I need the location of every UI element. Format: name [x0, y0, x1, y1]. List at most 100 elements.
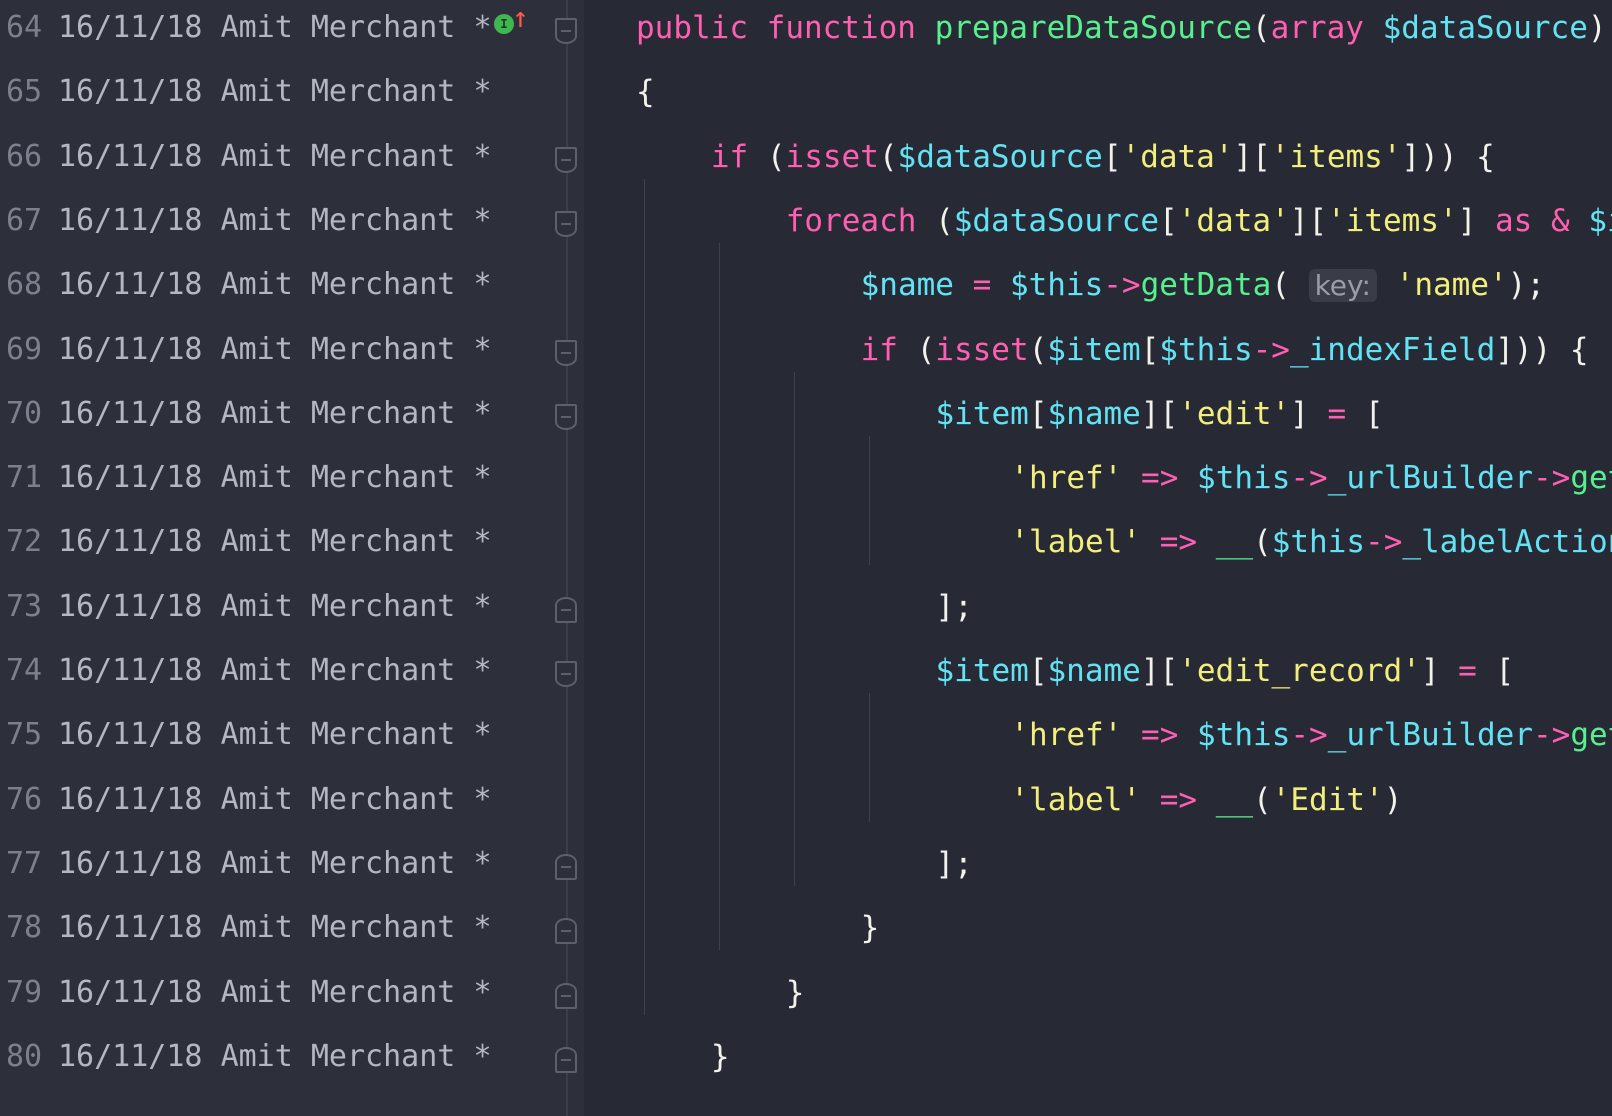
- blame-annotation[interactable]: 16/11/18 Amit Merchant *: [58, 973, 492, 1013]
- code-token: =>: [1141, 460, 1198, 497]
- code-token: ];: [935, 588, 973, 625]
- code-token: }: [785, 974, 805, 1011]
- code-line[interactable]: 'label' => __('Edit'): [1010, 780, 1402, 820]
- code-token: 'href': [1010, 717, 1142, 754]
- code-token: 'data': [1177, 202, 1290, 239]
- code-token: $item: [935, 395, 1029, 432]
- blame-modified-mark: *: [473, 717, 492, 753]
- blame-author: Amit Merchant: [220, 717, 456, 753]
- code-token: isset: [785, 138, 879, 175]
- code-token: ->: [1533, 717, 1571, 754]
- code-token: ): [1587, 10, 1607, 46]
- blame-annotation[interactable]: 16/11/18 Amit Merchant *: [58, 908, 492, 948]
- line-number: 80: [6, 1038, 43, 1074]
- blame-annotation[interactable]: 16/11/18 Amit Merchant *: [58, 1037, 492, 1077]
- blame-date: 16/11/18: [58, 460, 203, 496]
- blame-author: Amit Merchant: [220, 910, 456, 946]
- line-number: 71: [6, 460, 43, 496]
- code-token: );: [1507, 267, 1545, 304]
- blame-annotation[interactable]: 16/11/18 Amit Merchant *: [58, 651, 492, 691]
- indent-guide: [868, 693, 870, 822]
- blame-date: 16/11/18: [58, 781, 203, 817]
- fold-open-icon[interactable]: [555, 661, 577, 687]
- blame-annotation[interactable]: 16/11/18 Amit Merchant *: [58, 587, 492, 627]
- blame-annotation[interactable]: 16/11/18 Amit Merchant *: [58, 715, 492, 755]
- code-line[interactable]: if (isset($item[$this->_indexField])) {: [861, 330, 1589, 370]
- code-line[interactable]: foreach ($dataSource['data']['items'] as…: [786, 201, 1612, 241]
- fold-open-icon[interactable]: [555, 403, 577, 430]
- code-line[interactable]: $item[$name]['edit_record'] = [: [936, 651, 1515, 691]
- code-line[interactable]: $item[$name]['edit'] = [: [936, 394, 1384, 434]
- code-line[interactable]: 'label' => __($this->_labelAction: [1010, 522, 1612, 562]
- line-number: 74: [6, 653, 43, 688]
- blame-modified-mark: *: [473, 781, 492, 817]
- blame-modified-mark: *: [473, 653, 492, 688]
- blame-author: Amit Merchant: [220, 460, 456, 496]
- blame-date: 16/11/18: [58, 588, 203, 624]
- blame-author: Amit Merchant: [220, 588, 456, 624]
- editor-row: 79 16/11/18 Amit Merchant *}: [0, 965, 1612, 1031]
- code-token: ): [1383, 781, 1403, 818]
- blame-author: Amit Merchant: [220, 202, 456, 238]
- code-line[interactable]: }: [861, 908, 880, 948]
- code-line[interactable]: ];: [936, 587, 973, 627]
- code-token: (: [878, 138, 898, 175]
- blame-annotation[interactable]: 16/11/18 Amit Merchant *: [58, 265, 492, 305]
- fold-close-icon[interactable]: [555, 596, 577, 623]
- blame-annotation[interactable]: 16/11/18 Amit Merchant *: [58, 394, 492, 434]
- code-line[interactable]: }: [711, 1037, 730, 1077]
- code-token: ];: [935, 845, 973, 882]
- code-line[interactable]: }: [786, 973, 805, 1013]
- blame-annotation[interactable]: 16/11/18 Amit Merchant *: [58, 458, 492, 498]
- fold-close-icon[interactable]: [555, 982, 577, 1009]
- blame-date: 16/11/18: [58, 10, 203, 45]
- fold-open-icon[interactable]: [555, 339, 577, 366]
- line-number: 66: [6, 138, 43, 174]
- code-editor[interactable]: 64 16/11/18 Amit Merchant * I ↑ public funct…: [0, 0, 1612, 1116]
- blame-author: Amit Merchant: [220, 10, 456, 45]
- code-line[interactable]: public function prepareDataSource(array …: [636, 8, 1607, 48]
- code-token: [: [1102, 138, 1122, 175]
- blame-annotation[interactable]: 16/11/18 Amit Merchant *: [58, 72, 492, 112]
- code-token: (: [1271, 267, 1309, 304]
- fold-close-icon[interactable]: [555, 1046, 577, 1073]
- blame-annotation[interactable]: 16/11/18 Amit Merchant *: [58, 8, 492, 48]
- fold-close-icon[interactable]: [555, 853, 577, 880]
- blame-modified-mark: *: [473, 460, 492, 496]
- blame-modified-mark: *: [473, 588, 492, 624]
- code-token: ][: [1289, 202, 1328, 239]
- code-line[interactable]: ];: [936, 844, 973, 884]
- blame-annotation[interactable]: 16/11/18 Amit Merchant *: [58, 780, 492, 820]
- code-line[interactable]: {: [636, 72, 655, 112]
- code-token: $item: [935, 653, 1029, 689]
- fold-open-icon[interactable]: [555, 146, 577, 173]
- code-token: ][: [1233, 138, 1271, 175]
- code-line[interactable]: 'href' => $this->_urlBuilder->getUrl: [1010, 458, 1612, 498]
- code-line[interactable]: 'href' => $this->_urlBuilder->getUrl: [1010, 715, 1612, 755]
- blame-annotation[interactable]: 16/11/18 Amit Merchant *: [58, 137, 492, 177]
- line-number: 70: [6, 395, 43, 431]
- code-token: (: [1253, 781, 1272, 818]
- blame-annotation[interactable]: 16/11/18 Amit Merchant *: [58, 522, 492, 562]
- blame-date: 16/11/18: [58, 524, 203, 560]
- implements-up-arrow-icon[interactable]: I ↑: [492, 2, 532, 42]
- fold-close-icon[interactable]: [555, 918, 577, 945]
- editor-row: 72 16/11/18 Amit Merchant * 'label' => __(…: [0, 514, 1612, 580]
- code-token: ]: [1290, 395, 1328, 432]
- code-token: ->: [1290, 460, 1328, 497]
- code-token: if: [710, 138, 767, 175]
- blame-annotation[interactable]: 16/11/18 Amit Merchant *: [58, 201, 492, 241]
- code-line[interactable]: if (isset($dataSource['data']['items']))…: [711, 137, 1495, 177]
- blame-annotation[interactable]: 16/11/18 Amit Merchant *: [58, 844, 492, 884]
- blame-date: 16/11/18: [58, 138, 203, 174]
- code-token: $name: [1047, 653, 1141, 689]
- code-token: ->: [1533, 460, 1571, 497]
- code-line[interactable]: $name = $this->getData( key: 'name');: [861, 265, 1545, 306]
- code-token: $dataSource: [897, 138, 1103, 175]
- editor-row: 77 16/11/18 Amit Merchant *];: [0, 836, 1612, 902]
- fold-open-icon[interactable]: [555, 18, 577, 44]
- fold-open-icon[interactable]: [555, 210, 577, 237]
- blame-annotation[interactable]: 16/11/18 Amit Merchant *: [58, 330, 492, 370]
- line-number: 79: [6, 974, 43, 1010]
- code-token: =>: [1159, 524, 1216, 561]
